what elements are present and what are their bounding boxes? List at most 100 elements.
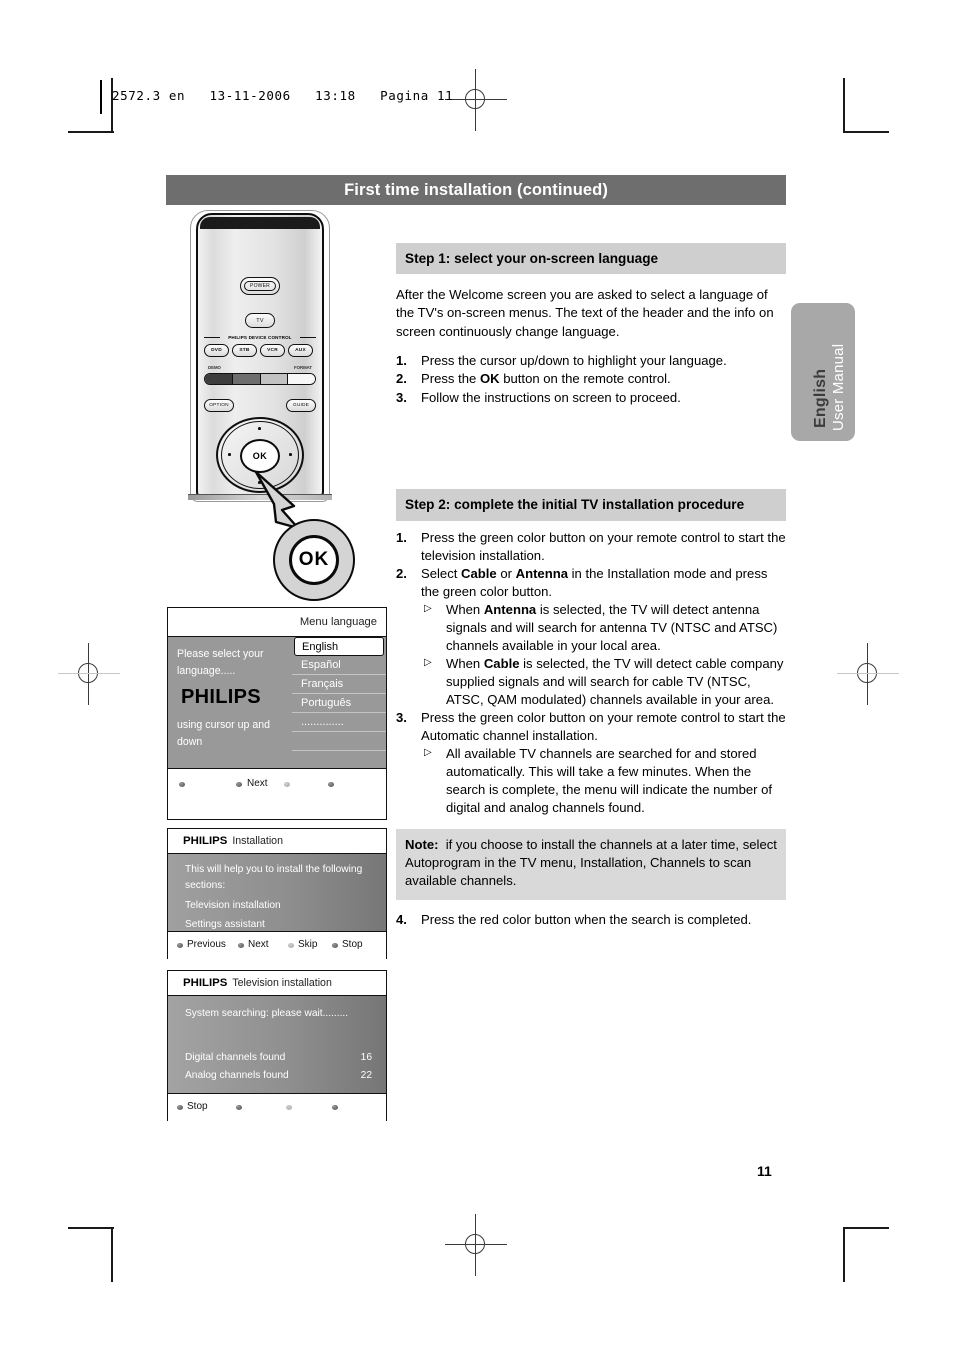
installation-footer-dot-yellow[interactable]	[288, 943, 294, 948]
step2-item-3-text: Press the green color button on your rem…	[421, 710, 786, 744]
step2-item-4-text: Press the red color button when the sear…	[421, 911, 752, 927]
television-installation-brand: PHILIPS	[183, 977, 228, 989]
language-option-espanol[interactable]: Español	[292, 656, 386, 675]
installation-footer-dot-blue[interactable]	[332, 943, 338, 948]
footer-dot-red[interactable]	[179, 782, 185, 787]
step1-item-2-bold: OK	[479, 371, 500, 387]
step2-sub-cable-pre: When	[446, 655, 484, 671]
slider-segment-1	[205, 374, 233, 384]
digital-channels-value: 16	[360, 1052, 372, 1063]
step2-item-1: 1. Press the green color button on your …	[396, 529, 786, 565]
installation-footer-dot-green[interactable]	[238, 943, 244, 948]
step2-list-after-note: 4. Press the red color button when the s…	[396, 911, 786, 929]
television-installation-header: PHILIPS Television installation	[168, 971, 386, 996]
footer-dot-green[interactable]	[236, 782, 242, 787]
step1-heading: Step 1: select your on-screen language	[396, 243, 786, 275]
menu-prompt-line-2: language.....	[177, 665, 236, 678]
analog-channels-row: Analog channels found 22	[185, 1070, 372, 1081]
installation-line-1: This will help you to install the follow…	[185, 864, 363, 875]
menu-language-columns: Please select your language..... PHILIPS…	[168, 637, 386, 770]
step2-antenna-bold: Antenna	[515, 566, 568, 582]
registration-mark-bottom	[445, 1214, 507, 1276]
step1-item-1-text: Press the cursor up/down to highlight yo…	[421, 352, 727, 368]
step2-item-4-number: 4.	[396, 911, 407, 927]
language-option-portugues[interactable]: Português	[292, 694, 386, 713]
step1-item-1: 1. Press the cursor up/down to highlight…	[396, 352, 786, 370]
analog-channels-label: Analog channels found	[185, 1070, 289, 1081]
step2-sub-antenna: ▷ When Antenna is selected, the TV will …	[421, 601, 786, 655]
philips-logo-text: PHILIPS	[181, 686, 261, 709]
installation-line-2: sections:	[185, 879, 226, 891]
installation-header: PHILIPS Installation	[168, 829, 386, 854]
menu-prompt-line-1: Please select your	[177, 648, 264, 660]
footer-dot-blue[interactable]	[328, 782, 334, 787]
triangle-bullet-icon: ▷	[424, 747, 432, 759]
analog-channels-value: 22	[360, 1070, 372, 1081]
triangle-bullet-icon: ▷	[424, 603, 432, 615]
language-option-english[interactable]: English	[294, 637, 384, 656]
page-title-bar: First time installation (continued)	[166, 175, 786, 205]
language-option-blank-1[interactable]	[292, 732, 386, 751]
step2-item-2-pre: Select	[421, 566, 462, 582]
step2-list: 1. Press the green color button on your …	[396, 529, 786, 817]
footer-dot-yellow[interactable]	[284, 782, 290, 787]
television-installation-body: System searching: please wait......... D…	[168, 996, 386, 1093]
step2-item-4: 4. Press the red color button when the s…	[396, 911, 786, 929]
side-tab-language-label: English	[812, 368, 829, 428]
installation-footer-skip[interactable]: Skip	[298, 939, 317, 950]
footer-next-label: Next	[247, 778, 268, 789]
tv-install-footer-stop[interactable]: Stop	[187, 1101, 208, 1112]
side-tab-manual-label: User Manual	[830, 343, 847, 431]
remote-format-label: FORMAT	[294, 365, 313, 370]
installation-footer-stop[interactable]: Stop	[342, 939, 363, 950]
installation-footer-dot-red[interactable]	[177, 943, 183, 948]
remote-power-button: POWER	[240, 277, 280, 295]
television-installation-title: Television installation	[232, 977, 332, 989]
remote-volume-slider	[204, 373, 316, 385]
tv-install-footer-dot-yellow[interactable]	[286, 1105, 292, 1110]
note-box: Note: if you choose to install the chann…	[396, 828, 786, 900]
remote-dvd-button: DVD	[204, 344, 229, 357]
remote-device-control-label: PHILIPS DEVICE CONTROL	[228, 335, 292, 340]
installation-brand: PHILIPS	[183, 835, 228, 847]
remote-stb-button: STB	[232, 344, 257, 357]
callout-ok-label: OK	[289, 535, 339, 585]
step2-cable-bold: Cable	[461, 566, 497, 582]
crop-mark-bottom-right-vertical	[843, 1227, 845, 1282]
remote-demo-label: DEMO	[208, 365, 221, 370]
remote-tv-button: TV	[245, 313, 275, 328]
registration-mark-right	[837, 643, 899, 705]
slider-segment-3	[260, 374, 289, 384]
tv-install-footer-dot-blue[interactable]	[332, 1105, 338, 1110]
cursor-up-dot	[258, 427, 261, 430]
menu-language-list[interactable]: English Español Français Português .....…	[292, 637, 386, 770]
remote-control-illustration: POWER TV PHILIPS DEVICE CONTROL DVD STB …	[188, 210, 332, 503]
tv-install-footer-dot-green[interactable]	[236, 1105, 242, 1110]
step2-sub-autosearch: ▷ All available TV channels are searched…	[421, 745, 786, 817]
page-number: 11	[757, 1163, 772, 1179]
side-tab-english-user-manual: English User Manual	[791, 303, 855, 441]
installation-footer-next[interactable]: Next	[248, 939, 269, 950]
crop-mark-top-left-horizontal	[68, 131, 114, 133]
search-status-text: System searching: please wait.........	[185, 1008, 349, 1019]
menu-prompt-line-4: down	[177, 736, 203, 749]
step1-item-2-pre: Press the	[421, 371, 480, 387]
tv-screen-installation: PHILIPS Installation This will help you …	[167, 828, 387, 959]
triangle-bullet-icon: ▷	[424, 656, 432, 668]
step2-heading: Step 2: complete the initial TV installa…	[396, 489, 786, 521]
remote-aux-button: AUX	[288, 344, 313, 357]
step2-item-3-sublist: ▷ All available TV channels are searched…	[421, 745, 786, 817]
page-title: First time installation (continued)	[344, 180, 608, 199]
installation-title: Installation	[232, 835, 283, 847]
step1-item-2-post: button on the remote control.	[499, 371, 671, 387]
step1-intro: After the Welcome screen you are asked t…	[396, 287, 774, 339]
installation-footer-previous[interactable]: Previous	[187, 939, 226, 950]
ok-button-callout: OK	[254, 470, 364, 604]
crop-mark-bottom-left-horizontal	[68, 1227, 114, 1229]
language-option-francais[interactable]: Français	[292, 675, 386, 694]
language-option-more[interactable]: ..............	[292, 713, 386, 732]
step2-item-2-sublist: ▷ When Antenna is selected, the TV will …	[421, 601, 786, 709]
crop-mark-top-left-vertical	[111, 78, 113, 133]
tv-install-footer-dot-red[interactable]	[177, 1105, 183, 1110]
content-column: Step 1: select your on-screen language A…	[396, 243, 786, 929]
